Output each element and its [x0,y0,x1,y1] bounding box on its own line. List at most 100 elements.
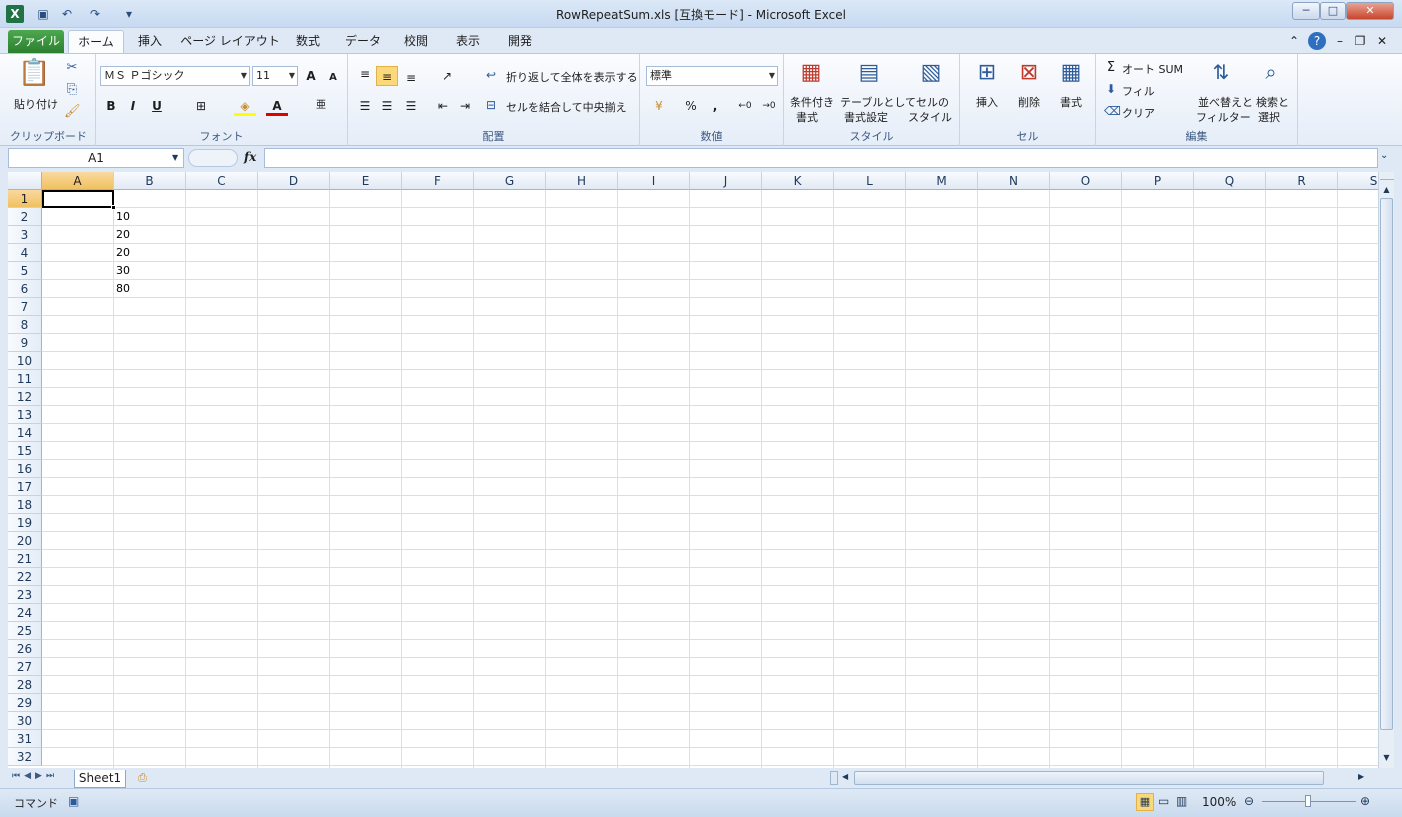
column-header-S[interactable]: S [1338,172,1378,190]
cell-B3[interactable]: 20 [114,226,186,244]
close-window-button[interactable]: ✕ [1346,2,1394,20]
borders-icon[interactable]: ⊞ [190,96,212,116]
decrease-decimal-icon[interactable]: →0 [758,96,780,116]
row-header-1[interactable]: 1 [8,190,42,208]
cut-icon[interactable]: ✂ [64,60,80,75]
row-header-13[interactable]: 13 [8,406,42,424]
normal-view-icon[interactable]: ▦ [1136,793,1154,811]
tab-file[interactable]: ファイル [8,30,64,54]
number-format-select[interactable]: 標準 ▼ [646,66,778,86]
row-header-10[interactable]: 10 [8,352,42,370]
tab-home[interactable]: ホーム [68,30,124,54]
row-header-29[interactable]: 29 [8,694,42,712]
column-header-P[interactable]: P [1122,172,1194,190]
split-box[interactable] [1380,172,1394,180]
align-bottom-icon[interactable]: ≡ [400,68,422,88]
column-header-C[interactable]: C [186,172,258,190]
vertical-scroll-thumb[interactable] [1380,198,1393,730]
scroll-up-icon[interactable]: ▲ [1379,182,1394,198]
zoom-out-icon[interactable]: ⊖ [1244,794,1254,808]
row-header-20[interactable]: 20 [8,532,42,550]
minimize-ribbon-icon[interactable]: ⌃ [1286,30,1302,54]
tab-review[interactable]: 校閲 [394,30,438,54]
merge-center-button[interactable]: セルを結合して中央揃え [506,99,627,115]
column-header-M[interactable]: M [906,172,978,190]
column-header-K[interactable]: K [762,172,834,190]
clear-button[interactable]: クリア [1122,105,1155,121]
page-layout-view-icon[interactable]: ▭ [1158,794,1169,808]
column-header-E[interactable]: E [330,172,402,190]
insert-cells-button[interactable]: 挿入 [976,94,998,110]
percent-button[interactable]: % [680,96,702,116]
name-box-dropdown-icon[interactable]: ▼ [172,153,178,162]
align-center-icon[interactable]: ☰ [376,96,398,116]
column-header-F[interactable]: F [402,172,474,190]
format-as-table-label-2[interactable]: 書式設定 [844,109,888,125]
row-header-18[interactable]: 18 [8,496,42,514]
page-break-view-icon[interactable]: ▥ [1176,794,1187,808]
insert-sheet-icon[interactable]: ⎙ [138,771,147,785]
font-color-icon[interactable]: A [266,96,288,116]
column-header-L[interactable]: L [834,172,906,190]
row-header-25[interactable]: 25 [8,622,42,640]
bold-button[interactable]: B [100,96,122,116]
orientation-icon[interactable]: ↗ [436,66,458,86]
formula-input[interactable] [264,148,1378,168]
currency-icon[interactable]: ¥ [648,96,670,116]
paste-icon[interactable]: 📋 [18,58,50,92]
phonetic-icon[interactable]: 亜 [310,96,332,116]
scroll-right-icon[interactable]: ▶ [1358,772,1364,781]
sort-filter-label-2[interactable]: フィルター [1196,109,1251,125]
column-header-N[interactable]: N [978,172,1050,190]
scroll-down-icon[interactable]: ▼ [1379,750,1394,766]
find-select-label-2[interactable]: 選択 [1258,109,1280,125]
row-header-8[interactable]: 8 [8,316,42,334]
row-header-2[interactable]: 2 [8,208,42,226]
horizontal-scroll-thumb[interactable] [854,771,1324,785]
workbook-close-icon[interactable]: ✕ [1374,30,1390,54]
font-name-select[interactable]: ＭＳ Ｐゴシック ▼ [100,66,250,86]
increase-indent-icon[interactable]: ⇥ [454,96,476,116]
row-header-12[interactable]: 12 [8,388,42,406]
workbook-minimize-icon[interactable]: – [1332,30,1348,54]
shrink-font-button[interactable]: A [322,68,344,88]
row-header-31[interactable]: 31 [8,730,42,748]
column-header-G[interactable]: G [474,172,546,190]
cell-B2[interactable]: 10 [114,208,186,226]
scroll-left-icon[interactable]: ◀ [842,772,848,781]
insert-function-icon[interactable]: fx [244,150,256,164]
cell-B6[interactable]: 80 [114,280,186,298]
grow-font-button[interactable]: A [300,66,322,86]
format-as-table-label-1[interactable]: テーブルとして [840,94,916,110]
format-painter-icon[interactable]: 🖌 [64,104,81,119]
expand-formula-bar-icon[interactable]: ⌄ [1380,150,1388,161]
column-header-A[interactable]: A [42,172,114,190]
row-header-17[interactable]: 17 [8,478,42,496]
row-header-11[interactable]: 11 [8,370,42,388]
row-header-3[interactable]: 3 [8,226,42,244]
zoom-in-icon[interactable]: ⊕ [1360,794,1370,808]
active-cell-A1[interactable] [42,190,114,208]
row-header-24[interactable]: 24 [8,604,42,622]
row-header-26[interactable]: 26 [8,640,42,658]
tab-view[interactable]: 表示 [446,30,490,54]
align-right-icon[interactable]: ☰ [400,96,422,116]
tab-data[interactable]: データ [338,30,388,54]
italic-button[interactable]: I [122,96,144,116]
tab-developer[interactable]: 開発 [498,30,542,54]
fill-color-icon[interactable]: ◈ [234,96,256,116]
name-box[interactable]: A1 [8,148,184,168]
column-header-B[interactable]: B [114,172,186,190]
paste-button[interactable]: 貼り付け [14,96,58,112]
zoom-slider-thumb[interactable] [1305,795,1311,807]
row-header-4[interactable]: 4 [8,244,42,262]
row-header-14[interactable]: 14 [8,424,42,442]
column-header-I[interactable]: I [618,172,690,190]
font-size-select[interactable]: 11 ▼ [252,66,298,86]
tab-split-handle[interactable] [830,771,838,785]
fill-button[interactable]: フィル [1122,83,1155,99]
align-top-icon[interactable]: ≡ [354,64,376,84]
row-header-21[interactable]: 21 [8,550,42,568]
tab-insert[interactable]: 挿入 [128,30,172,54]
column-header-O[interactable]: O [1050,172,1122,190]
